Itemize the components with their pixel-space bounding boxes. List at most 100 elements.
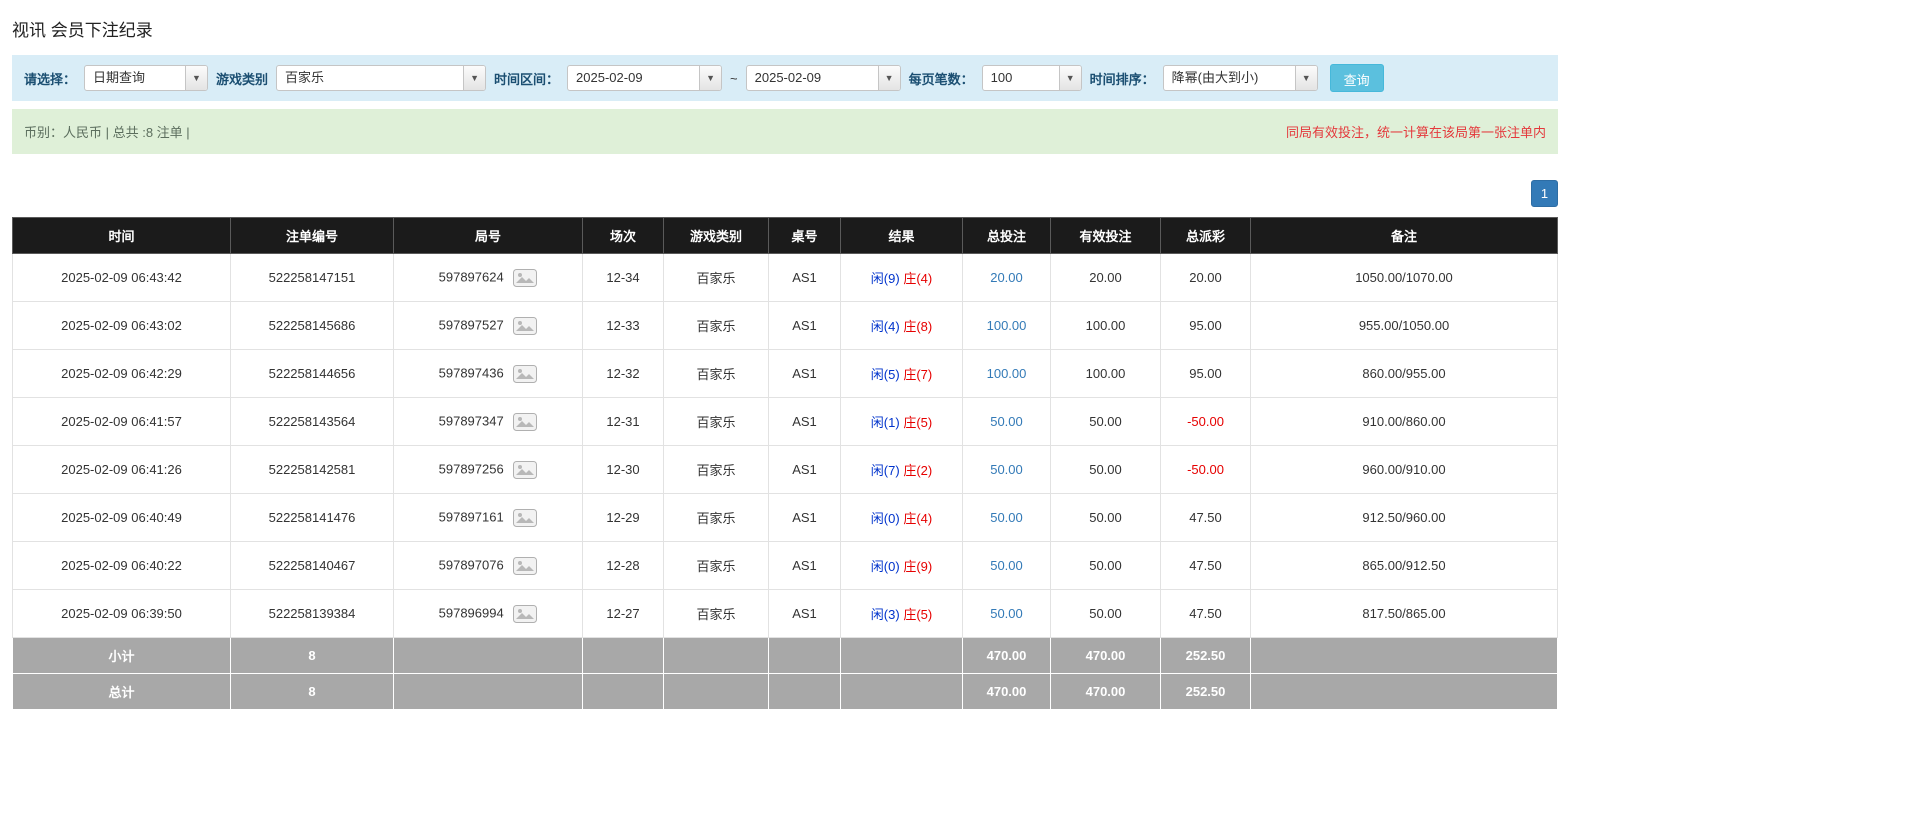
cell-game-type: 百家乐 xyxy=(664,446,769,494)
table-header: 时间 注单编号 局号 场次 游戏类别 桌号 结果 总投注 有效投注 总派彩 备注 xyxy=(13,218,1558,254)
cell-result: 闲(3) 庄(5) xyxy=(841,590,963,638)
cell-game-type: 百家乐 xyxy=(664,542,769,590)
total-bet-link[interactable]: 50.00 xyxy=(990,558,1023,573)
cell-session: 12-27 xyxy=(583,590,664,638)
cell-time: 2025-02-09 06:40:49 xyxy=(13,494,231,542)
subtotal-label: 小计 xyxy=(13,638,231,674)
cell-session: 12-28 xyxy=(583,542,664,590)
query-type-combobox[interactable]: 日期查询 ▼ xyxy=(84,65,208,91)
cell-bet-id: 522258142581 xyxy=(231,446,394,494)
cell-result: 闲(5) 庄(7) xyxy=(841,350,963,398)
date-to-picker[interactable]: 2025-02-09 ▼ xyxy=(746,65,901,91)
cell-result: 闲(0) 庄(4) xyxy=(841,494,963,542)
search-button[interactable]: 查询 xyxy=(1330,64,1384,92)
empty-cell xyxy=(664,674,769,710)
round-image-icon[interactable] xyxy=(513,557,537,575)
header-total-bet: 总投注 xyxy=(963,218,1051,254)
total-bet-link[interactable]: 50.00 xyxy=(990,510,1023,525)
cell-note: 817.50/865.00 xyxy=(1251,590,1558,638)
cell-game-type: 百家乐 xyxy=(664,398,769,446)
round-image-icon[interactable] xyxy=(513,605,537,623)
cell-note: 912.50/960.00 xyxy=(1251,494,1558,542)
header-valid-bet: 有效投注 xyxy=(1051,218,1161,254)
cell-game-type: 百家乐 xyxy=(664,254,769,302)
cell-payout: 47.50 xyxy=(1161,590,1251,638)
round-image-icon[interactable] xyxy=(513,461,537,479)
total-bet-link[interactable]: 50.00 xyxy=(990,606,1023,621)
cell-valid-bet: 100.00 xyxy=(1051,350,1161,398)
cell-total-bet: 50.00 xyxy=(963,542,1051,590)
total-bet-link[interactable]: 100.00 xyxy=(987,366,1027,381)
round-id-text: 597897527 xyxy=(439,317,504,332)
game-type-combobox[interactable]: 百家乐 ▼ xyxy=(276,65,486,91)
empty-cell xyxy=(1251,674,1558,710)
cell-result: 闲(7) 庄(2) xyxy=(841,446,963,494)
chevron-down-icon[interactable]: ▼ xyxy=(1059,66,1081,90)
round-image-icon[interactable] xyxy=(513,365,537,383)
cell-valid-bet: 50.00 xyxy=(1051,542,1161,590)
empty-cell xyxy=(1251,638,1558,674)
empty-cell xyxy=(664,638,769,674)
result-player: 闲(4) xyxy=(871,319,900,334)
empty-cell xyxy=(841,674,963,710)
round-image-icon[interactable] xyxy=(513,509,537,527)
cell-bet-id: 522258143564 xyxy=(231,398,394,446)
header-payout: 总派彩 xyxy=(1161,218,1251,254)
round-id-text: 597897436 xyxy=(439,365,504,380)
cell-payout: 20.00 xyxy=(1161,254,1251,302)
round-image-icon[interactable] xyxy=(513,317,537,335)
result-banker: 庄(7) xyxy=(903,367,932,382)
cell-session: 12-31 xyxy=(583,398,664,446)
cell-bet-id: 522258141476 xyxy=(231,494,394,542)
result-player: 闲(0) xyxy=(871,511,900,526)
chevron-down-icon[interactable]: ▼ xyxy=(878,66,900,90)
table-row: 2025-02-09 06:40:49 522258141476 5978971… xyxy=(13,494,1558,542)
empty-cell xyxy=(394,674,583,710)
cell-session: 12-33 xyxy=(583,302,664,350)
cell-payout: 47.50 xyxy=(1161,494,1251,542)
cell-bet-id: 522258147151 xyxy=(231,254,394,302)
cell-result: 闲(9) 庄(4) xyxy=(841,254,963,302)
cell-session: 12-34 xyxy=(583,254,664,302)
total-bet-link[interactable]: 100.00 xyxy=(987,318,1027,333)
total-count: 8 xyxy=(231,674,394,710)
chevron-down-icon[interactable]: ▼ xyxy=(1295,66,1317,90)
round-image-icon[interactable] xyxy=(513,413,537,431)
header-session: 场次 xyxy=(583,218,664,254)
cell-table-no: AS1 xyxy=(769,350,841,398)
chevron-down-icon[interactable]: ▼ xyxy=(463,66,485,90)
table-row: 2025-02-09 06:43:42 522258147151 5978976… xyxy=(13,254,1558,302)
chevron-down-icon[interactable]: ▼ xyxy=(699,66,721,90)
page-size-combobox[interactable]: 100 ▼ xyxy=(982,65,1082,91)
cell-note: 910.00/860.00 xyxy=(1251,398,1558,446)
cell-round-id: 597897161 xyxy=(394,494,583,542)
cell-game-type: 百家乐 xyxy=(664,590,769,638)
table-row: 2025-02-09 06:41:26 522258142581 5978972… xyxy=(13,446,1558,494)
result-banker: 庄(2) xyxy=(903,463,932,478)
pagination-page-1[interactable]: 1 xyxy=(1531,180,1558,207)
date-from-picker[interactable]: 2025-02-09 ▼ xyxy=(567,65,722,91)
total-bet-link[interactable]: 50.00 xyxy=(990,414,1023,429)
cell-total-bet: 20.00 xyxy=(963,254,1051,302)
result-player: 闲(5) xyxy=(871,367,900,382)
cell-note: 865.00/912.50 xyxy=(1251,542,1558,590)
cell-time: 2025-02-09 06:41:26 xyxy=(13,446,231,494)
round-id-text: 597897624 xyxy=(439,269,504,284)
table-row: 2025-02-09 06:42:29 522258144656 5978974… xyxy=(13,350,1558,398)
chevron-down-icon[interactable]: ▼ xyxy=(185,66,207,90)
date-from-value: 2025-02-09 xyxy=(568,66,699,90)
cell-total-bet: 100.00 xyxy=(963,350,1051,398)
total-bet-link[interactable]: 20.00 xyxy=(990,270,1023,285)
cell-game-type: 百家乐 xyxy=(664,350,769,398)
cell-round-id: 597896994 xyxy=(394,590,583,638)
cell-game-type: 百家乐 xyxy=(664,494,769,542)
round-image-icon[interactable] xyxy=(513,269,537,287)
total-bet-link[interactable]: 50.00 xyxy=(990,462,1023,477)
cell-payout: 95.00 xyxy=(1161,350,1251,398)
empty-cell xyxy=(769,638,841,674)
cell-round-id: 597897256 xyxy=(394,446,583,494)
cell-note: 860.00/955.00 xyxy=(1251,350,1558,398)
sort-combobox[interactable]: 降幂(由大到小) ▼ xyxy=(1163,65,1318,91)
cell-note: 1050.00/1070.00 xyxy=(1251,254,1558,302)
summary-left-text: 币别：人民币 | 总共 :8 注单 | xyxy=(24,122,190,141)
